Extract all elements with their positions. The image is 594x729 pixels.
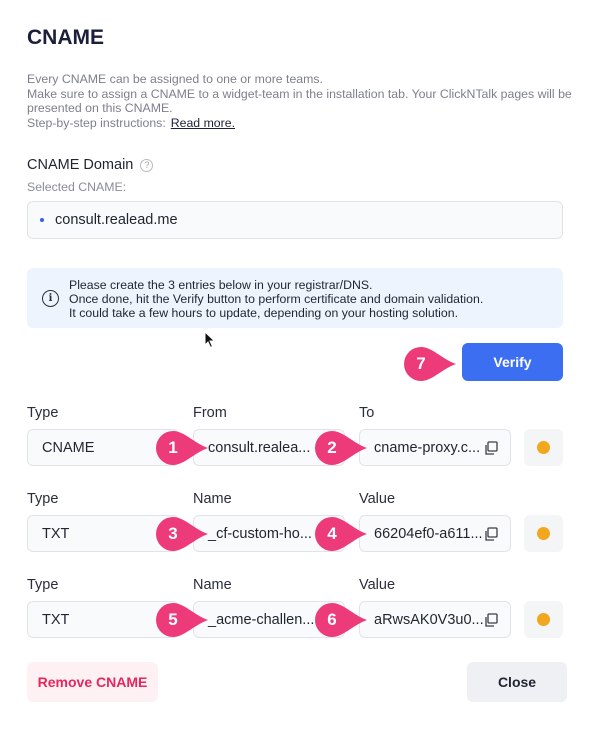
record-1-status: [524, 429, 563, 466]
record-3-type-label: Type: [27, 577, 59, 593]
description-line-2: Make sure to assign a CNAME to a widget-…: [27, 86, 572, 116]
record-1-to-label: To: [359, 405, 375, 421]
record-2-value-text: 66204ef0-a611...: [374, 525, 483, 542]
close-button[interactable]: Close: [467, 662, 567, 702]
info-line-2: Once done, hit the Verify button to perf…: [69, 292, 484, 306]
info-line-3: It could take a few hours to update, dep…: [69, 306, 458, 320]
record-1-value-field[interactable]: cname-proxy.c...: [359, 429, 511, 466]
record-2-type-label: Type: [27, 491, 59, 507]
step-marker-7: 7: [404, 347, 456, 381]
remove-cname-button[interactable]: Remove CNAME: [27, 662, 158, 702]
info-line-1: Please create the 3 entries below in you…: [69, 278, 373, 292]
record-3-status: [524, 601, 563, 638]
bullet-icon: [40, 218, 44, 222]
selected-cname-value: consult.realead.me: [55, 212, 178, 228]
record-2-value-label: Value: [359, 491, 396, 507]
description-line-1: Every CNAME can be assigned to one or mo…: [27, 72, 323, 86]
description: Every CNAME can be assigned to one or mo…: [27, 72, 572, 130]
step-marker-4-number: 4: [327, 524, 337, 543]
step-marker-1-number: 1: [168, 438, 178, 457]
record-2-name-label: Name: [193, 491, 232, 507]
record-1-type-label: Type: [27, 405, 59, 421]
step-marker-7-number: 7: [416, 354, 426, 373]
mouse-pointer-icon: [204, 331, 216, 349]
step-marker-5: 5: [156, 603, 208, 637]
record-3-value-label: Value: [359, 577, 396, 593]
step-marker-4: 4: [315, 517, 367, 551]
record-3-value-text: aRwsAK0V3u0...: [374, 611, 484, 628]
info-box: i Please create the 3 entries below in y…: [27, 268, 563, 328]
selected-cname-label: Selected CNAME:: [27, 180, 127, 194]
record-3-value-field[interactable]: aRwsAK0V3u0...: [359, 601, 511, 638]
step-marker-5-number: 5: [168, 610, 178, 629]
copy-icon[interactable]: [484, 613, 498, 627]
description-line-3: Step-by-step instructions: Read more.: [27, 116, 572, 131]
help-icon[interactable]: ?: [140, 158, 154, 172]
record-1-value-text: cname-proxy.c...: [374, 439, 481, 456]
step-marker-2: 2: [315, 431, 367, 465]
info-text: Please create the 3 entries below in you…: [69, 278, 483, 320]
page-title: CNAME: [27, 26, 104, 49]
step-marker-3: 3: [156, 517, 208, 551]
cname-domain-label-text: CNAME Domain: [27, 157, 134, 173]
copy-icon[interactable]: [484, 527, 498, 541]
info-icon: i: [42, 290, 59, 307]
record-2-status: [524, 515, 563, 552]
instructions-label: Step-by-step instructions:: [27, 115, 166, 130]
cname-domain-label: CNAME Domain ?: [27, 157, 154, 173]
copy-icon[interactable]: [484, 441, 498, 455]
record-3-name-label: Name: [193, 577, 232, 593]
step-marker-1: 1: [156, 431, 208, 465]
record-1-from-label: From: [193, 405, 227, 421]
step-marker-3-number: 3: [168, 524, 178, 543]
pending-status-icon: [537, 441, 550, 454]
step-marker-2-number: 2: [327, 438, 337, 457]
selected-cname-field[interactable]: consult.realead.me: [27, 201, 563, 239]
pending-status-icon: [537, 527, 550, 540]
record-2-value-field[interactable]: 66204ef0-a611...: [359, 515, 511, 552]
verify-button[interactable]: Verify: [462, 343, 563, 381]
step-marker-6: 6: [315, 603, 367, 637]
read-more-link[interactable]: Read more.: [171, 116, 235, 130]
step-marker-6-number: 6: [327, 610, 337, 629]
pending-status-icon: [537, 613, 550, 626]
